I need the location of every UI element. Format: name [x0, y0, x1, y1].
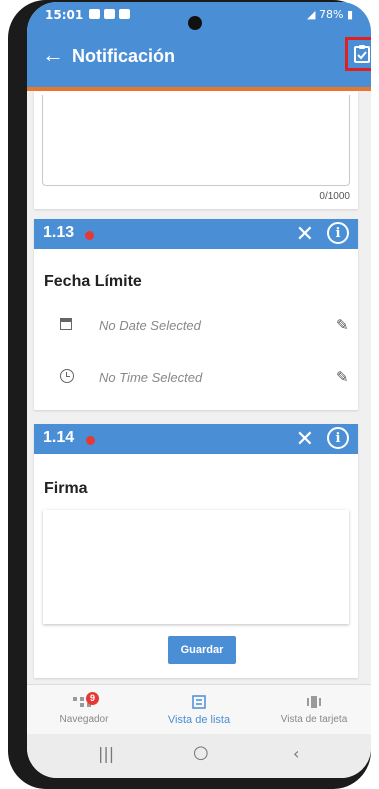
card-view-icon [307, 696, 321, 708]
time-placeholder: No Time Selected [99, 370, 203, 385]
question-header: 1.13 ✕ i [34, 219, 358, 249]
question-title: Firma [44, 480, 88, 497]
info-icon[interactable]: i [327, 427, 349, 449]
clock-icon [60, 369, 74, 383]
date-row[interactable]: No Date Selected ✎ [34, 314, 358, 338]
question-number: 1.14 [43, 429, 75, 446]
time-row[interactable]: No Time Selected ✎ [34, 366, 358, 390]
back-arrow-icon[interactable]: ← [42, 43, 64, 67]
question-number: 1.13 [43, 224, 75, 241]
system-back-icon[interactable]: ‹ [293, 744, 299, 763]
notification-badge: 9 [86, 692, 99, 705]
camera-cutout [188, 16, 202, 30]
question-card-1-13: 1.13 ✕ i Fecha Límite No Date Selected ✎… [34, 219, 358, 410]
nav-vista-de-tarjeta[interactable]: Vista de tarjeta [259, 685, 369, 735]
nav-navegador[interactable]: 9 Navegador [29, 685, 139, 735]
page-title: Notificación [72, 46, 176, 66]
question-header: 1.14 ✕ i [34, 424, 358, 454]
status-right: ◢ 78% ▮ [307, 8, 353, 21]
edit-time-icon[interactable]: ✎ [336, 368, 349, 386]
app-bar: ← Notificación [27, 28, 371, 91]
nav-label: Navegador [59, 714, 109, 725]
info-icon[interactable]: i [327, 222, 349, 244]
save-button[interactable]: Guardar [168, 636, 236, 664]
battery-level: 78% [318, 8, 344, 21]
bottom-navigation: 9 Navegador Vista de lista Vista de tarj… [27, 684, 371, 735]
answer-textarea[interactable] [42, 95, 350, 186]
calendar-icon [60, 318, 72, 330]
signature-pad[interactable] [43, 510, 349, 624]
text-answer-card: 0/1000 [34, 91, 358, 209]
required-indicator [85, 231, 94, 240]
notification-icons [89, 9, 130, 19]
recent-apps-icon[interactable]: ||| [98, 744, 114, 763]
nav-label: Vista de lista [167, 714, 231, 726]
battery-icon: ▮ [346, 8, 353, 21]
question-title: Fecha Límite [44, 273, 142, 290]
signal-icon: ◢ [307, 8, 319, 21]
screen: 15:01 ◢ 78% ▮ ← Notificación 0/1000 1.13… [27, 2, 371, 778]
gallery-icon [89, 9, 100, 19]
list-view-icon [192, 695, 206, 709]
video-icon [104, 9, 115, 19]
submit-checklist-button[interactable] [345, 37, 371, 71]
edit-date-icon[interactable]: ✎ [336, 316, 349, 334]
close-icon[interactable]: ✕ [296, 426, 314, 452]
date-placeholder: No Date Selected [99, 318, 201, 333]
required-indicator [86, 436, 95, 445]
char-counter: 0/1000 [319, 191, 350, 202]
app-icon [119, 9, 130, 19]
nav-label: Vista de tarjeta [280, 714, 348, 725]
nav-vista-de-lista[interactable]: Vista de lista [144, 685, 254, 735]
system-navigation-bar: ||| ○ ‹ [27, 734, 371, 778]
close-icon[interactable]: ✕ [296, 221, 314, 247]
question-card-1-14: 1.14 ✕ i Firma Guardar [34, 424, 358, 678]
clipboard-check-icon [354, 45, 370, 63]
home-icon[interactable]: ○ [193, 742, 209, 763]
status-time: 15:01 [45, 8, 84, 22]
phone-frame: 15:01 ◢ 78% ▮ ← Notificación 0/1000 1.13… [8, 0, 371, 789]
